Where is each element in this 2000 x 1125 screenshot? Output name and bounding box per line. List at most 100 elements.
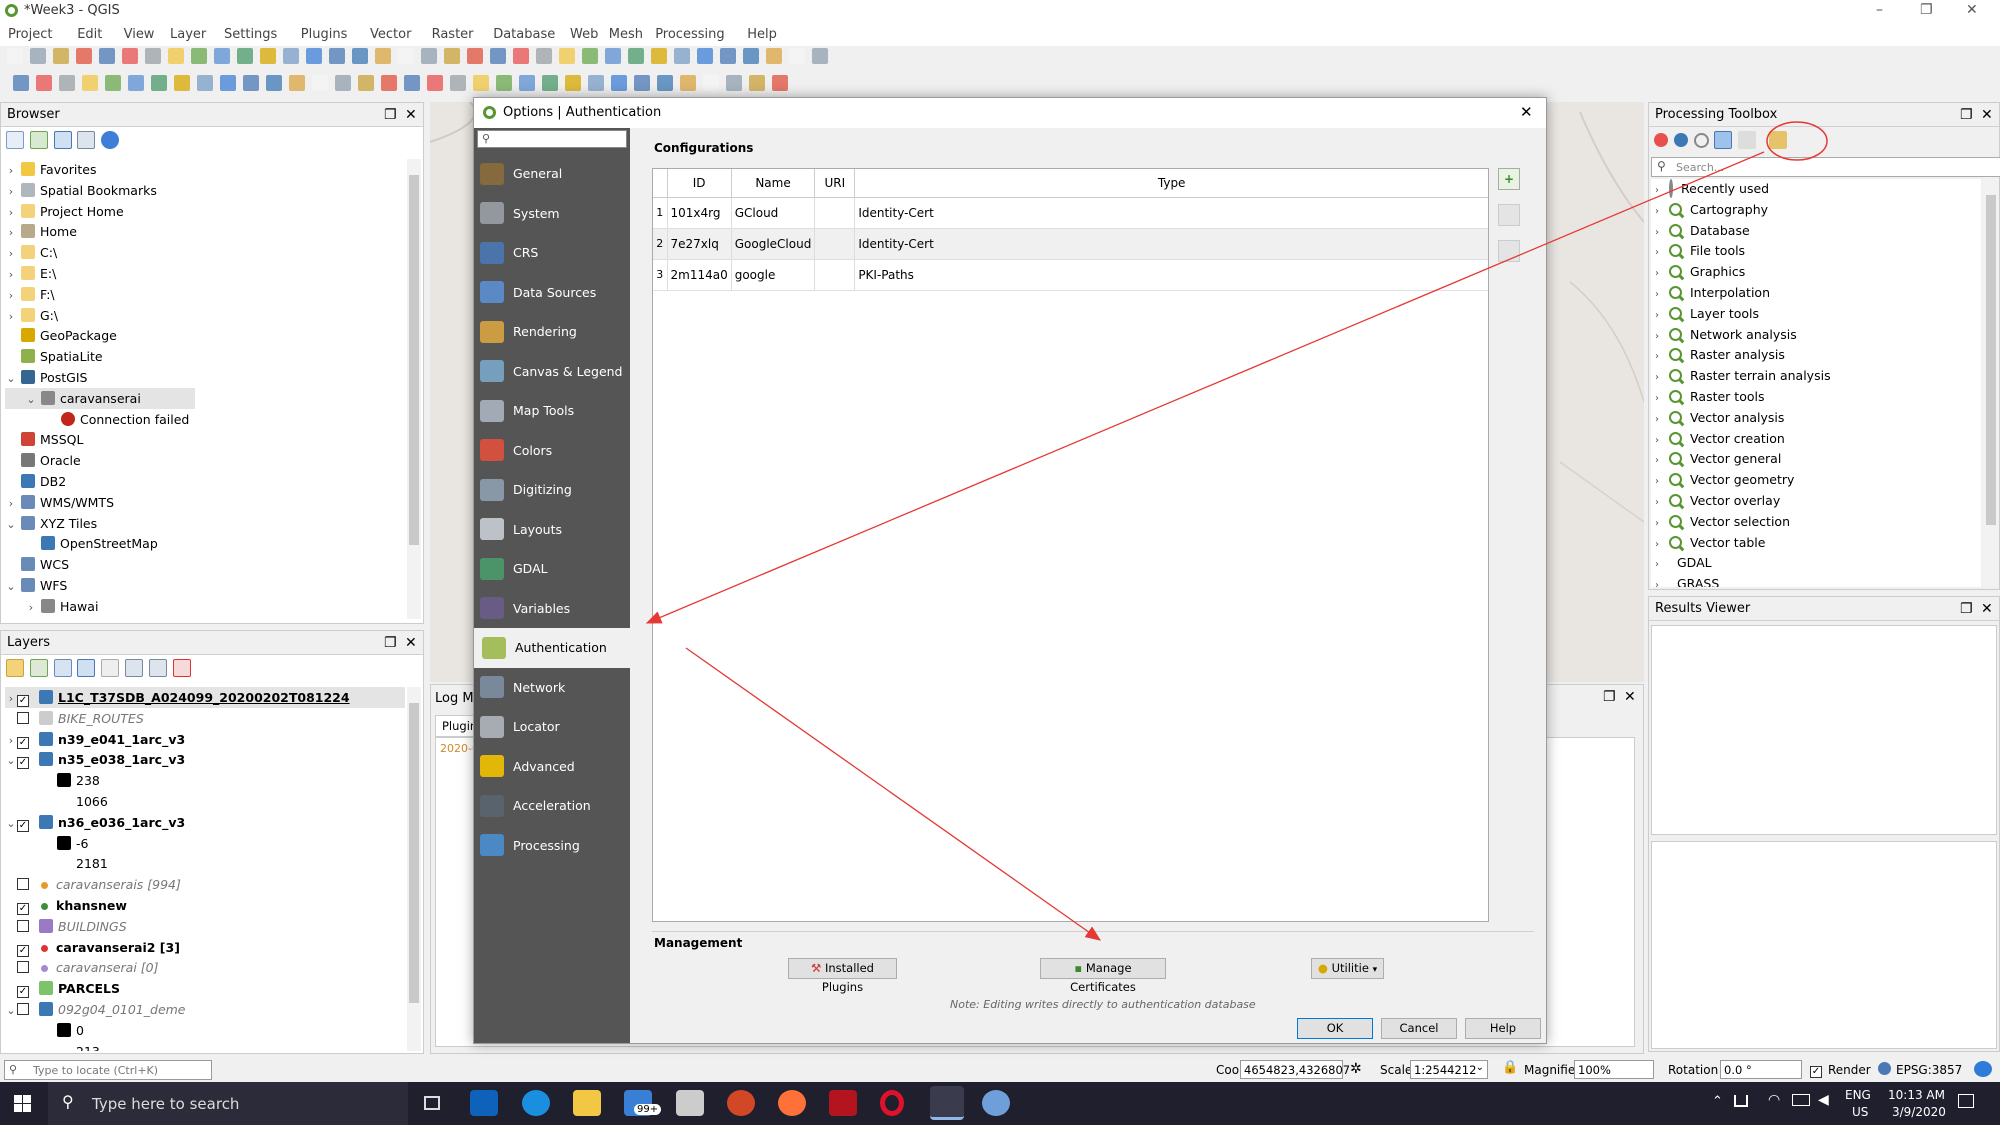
- qgis-taskbar-icon[interactable]: [930, 1086, 964, 1120]
- toolbar-tool-icon[interactable]: [582, 48, 598, 64]
- ok-button[interactable]: OK: [1297, 1018, 1373, 1039]
- restore-button[interactable]: ❐: [1920, 2, 1933, 18]
- filter-expression-icon[interactable]: [101, 659, 120, 677]
- expand-arrow-icon[interactable]: ›: [1651, 389, 1663, 410]
- processing-provider[interactable]: › Vector selection: [1651, 512, 1790, 533]
- remove-config-button[interactable]: [1498, 204, 1520, 226]
- layer-visibility-checkbox[interactable]: ✓: [17, 695, 29, 707]
- edit-features-inplace-icon[interactable]: [1738, 131, 1757, 149]
- processing-provider[interactable]: › Recently used: [1651, 179, 1769, 200]
- edit-config-button[interactable]: [1498, 240, 1520, 262]
- expand-arrow-icon[interactable]: ›: [1651, 410, 1663, 431]
- expand-arrow-icon[interactable]: ⌄: [5, 576, 17, 597]
- firefox-icon[interactable]: [778, 1090, 806, 1116]
- toolbar-tool-icon[interactable]: [657, 75, 673, 91]
- browser-item[interactable]: DB2: [5, 471, 66, 492]
- toolbar-tool-icon[interactable]: [519, 75, 535, 91]
- filter-icon[interactable]: [53, 131, 72, 149]
- processing-provider[interactable]: › Database: [1651, 221, 1750, 242]
- browser-item[interactable]: › E:\: [5, 263, 56, 284]
- toolbar-tool-icon[interactable]: [7, 48, 23, 64]
- close-panel-icon[interactable]: ✕: [1981, 601, 1993, 617]
- expand-all-icon[interactable]: [125, 659, 144, 677]
- expand-arrow-icon[interactable]: ›: [1651, 535, 1663, 556]
- toolbar-tool-icon[interactable]: [306, 48, 322, 64]
- layer-visibility-checkbox[interactable]: [17, 878, 29, 891]
- processing-provider[interactable]: › Raster tools: [1651, 387, 1764, 408]
- toolbar-tool-icon[interactable]: [59, 75, 75, 91]
- expand-arrow-icon[interactable]: ⌄: [5, 368, 17, 389]
- browser-item[interactable]: › Favorites: [5, 159, 96, 180]
- menu-web[interactable]: Web: [570, 27, 598, 42]
- column-header-id[interactable]: ID: [667, 169, 732, 198]
- collapse-all-icon[interactable]: [77, 131, 96, 149]
- layer-item[interactable]: 213: [5, 1041, 100, 1051]
- processing-provider[interactable]: › Raster terrain analysis: [1651, 366, 1831, 387]
- toolbar-tool-icon[interactable]: [450, 75, 466, 91]
- float-panel-icon[interactable]: ❐: [1960, 107, 1973, 123]
- toolbar-tool-icon[interactable]: [749, 75, 765, 91]
- options-tab-colors[interactable]: Colors: [474, 431, 630, 471]
- outlook-icon[interactable]: [470, 1090, 498, 1116]
- installed-plugins-button[interactable]: ⚒ Installed Plugins: [788, 958, 897, 994]
- float-panel-icon[interactable]: ❐: [1960, 601, 1973, 617]
- render-checkbox[interactable]: ✓: [1810, 1062, 1828, 1078]
- browser-item[interactable]: ⌄ caravanserai: [5, 387, 195, 409]
- float-panel-icon[interactable]: ❐: [1603, 689, 1616, 705]
- table-row[interactable]: 1 101x4rg GCloud Identity-Cert: [653, 197, 1488, 229]
- browser-item[interactable]: › Home: [5, 221, 77, 242]
- scale-combo[interactable]: 1:2544212 ⌄: [1410, 1060, 1488, 1079]
- toolbar-tool-icon[interactable]: [812, 48, 828, 64]
- toolbar-tool-icon[interactable]: [634, 75, 650, 91]
- toolbar-tool-icon[interactable]: [82, 75, 98, 91]
- lock-scale-icon[interactable]: 🔒: [1502, 1060, 1518, 1075]
- menu-help[interactable]: Help: [747, 27, 777, 42]
- layer-visibility-checkbox[interactable]: [17, 919, 29, 932]
- toolbar-tool-icon[interactable]: [358, 75, 374, 91]
- layer-visibility-checkbox[interactable]: [17, 711, 29, 724]
- processing-provider[interactable]: › Raster analysis: [1651, 345, 1785, 366]
- toggle-extents-icon[interactable]: ✲: [1350, 1061, 1362, 1077]
- expand-arrow-icon[interactable]: ›: [5, 730, 17, 751]
- opera-icon[interactable]: [880, 1090, 904, 1116]
- language-indicator[interactable]: ENG: [1845, 1088, 1871, 1102]
- menu-plugins[interactable]: Plugins: [301, 27, 348, 42]
- dialog-close-button[interactable]: ✕: [1520, 103, 1533, 121]
- toolbar-tool-icon[interactable]: [220, 75, 236, 91]
- toolbar-tool-icon[interactable]: [283, 48, 299, 64]
- app-icon[interactable]: [676, 1090, 704, 1116]
- layer-visibility-checkbox[interactable]: [17, 1003, 29, 1015]
- column-header-uri[interactable]: URI: [814, 169, 856, 198]
- browser-item[interactable]: SpatiaLite: [5, 346, 103, 367]
- menu-mesh[interactable]: Mesh: [609, 27, 643, 42]
- expand-arrow-icon[interactable]: ⌄: [5, 514, 17, 535]
- options-tab-locator[interactable]: Locator: [474, 707, 630, 747]
- browser-scrollbar[interactable]: [407, 159, 421, 619]
- remove-layer-icon[interactable]: [172, 659, 191, 677]
- menu-settings[interactable]: Settings: [224, 27, 277, 42]
- expand-arrow-icon[interactable]: ›: [5, 264, 17, 285]
- toolbar-tool-icon[interactable]: [720, 48, 736, 64]
- toolbar-tool-icon[interactable]: [352, 48, 368, 64]
- toolbar-tool-icon[interactable]: [772, 75, 788, 91]
- options-search-input[interactable]: ⚲: [477, 130, 627, 148]
- toolbar-tool-icon[interactable]: [605, 48, 621, 64]
- rotation-field[interactable]: 0.0 °: [1720, 1060, 1802, 1079]
- results-viewer-icon[interactable]: [1714, 131, 1733, 149]
- toolbar-tool-icon[interactable]: [398, 48, 414, 64]
- browser-item[interactable]: ⌄ WFS: [5, 575, 67, 596]
- filter-legend-icon[interactable]: [77, 659, 96, 677]
- powerpoint-icon[interactable]: [727, 1090, 755, 1116]
- expand-arrow-icon[interactable]: ›: [1651, 285, 1663, 306]
- toolbar-tool-icon[interactable]: [243, 75, 259, 91]
- add-selected-icon[interactable]: [6, 131, 24, 149]
- toolbar-tool-icon[interactable]: [726, 75, 742, 91]
- expand-arrow-icon[interactable]: ›: [1651, 347, 1663, 368]
- style-icon[interactable]: [6, 659, 24, 677]
- add-group-icon[interactable]: [29, 659, 48, 677]
- layer-item[interactable]: ⌄ 092g04_0101_deme: [5, 999, 186, 1020]
- layer-visibility-checkbox[interactable]: ✓: [17, 903, 29, 915]
- toolbar-tool-icon[interactable]: [375, 48, 391, 64]
- toolbar-tool-icon[interactable]: [13, 75, 29, 91]
- toolbar-tool-icon[interactable]: [151, 75, 167, 91]
